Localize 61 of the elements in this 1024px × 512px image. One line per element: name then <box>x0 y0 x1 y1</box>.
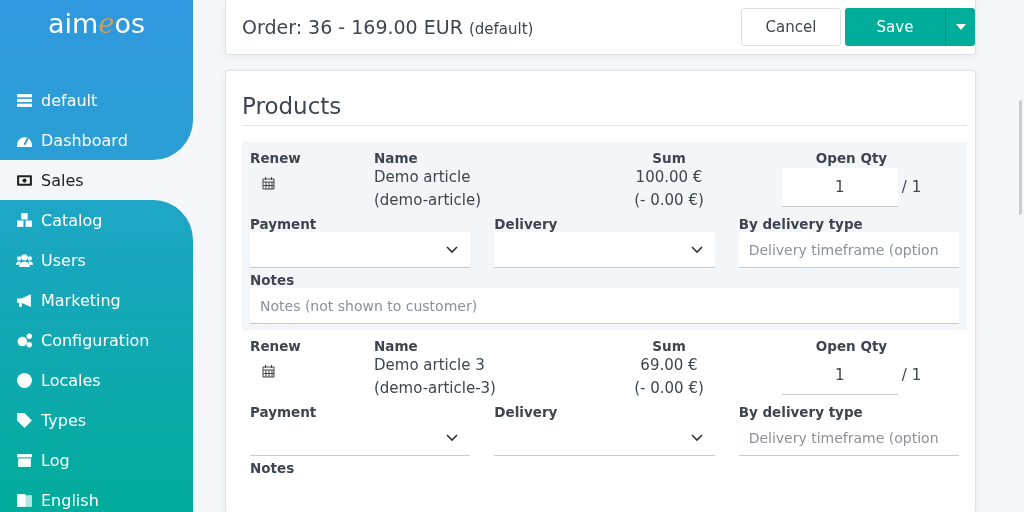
column-label: Open Qty <box>814 338 889 354</box>
nav-item[interactable]: Locales <box>0 360 193 400</box>
calendar-icon[interactable] <box>262 364 275 378</box>
chevron-icon <box>446 245 459 254</box>
nav-item[interactable]: Users <box>0 240 193 280</box>
bullhorn-icon <box>16 291 33 309</box>
nav-item[interactable]: default <box>0 80 193 120</box>
save-options-button[interactable] <box>945 8 975 46</box>
chevron-icon <box>446 433 459 442</box>
product-name: Demo article <box>374 167 472 188</box>
cubes-icon <box>16 211 33 229</box>
field-label: Payment <box>250 404 318 420</box>
column-label: Sum <box>651 338 687 354</box>
field-label: Delivery <box>494 404 559 420</box>
column-label: Name <box>374 150 419 166</box>
timeframe-field[interactable]: Delivery timeframe (option <box>738 232 959 268</box>
archive-icon <box>16 451 33 469</box>
product-price: 100.00 € <box>634 167 704 188</box>
nav-item[interactable]: English <box>0 480 193 512</box>
field-label: Delivery <box>494 216 559 232</box>
order-title: Order: 36 - 169.00 EUR (default) <box>242 16 535 38</box>
field-label: Notes <box>250 460 296 476</box>
product-price: 69.00 € <box>639 355 699 376</box>
column-label: Renew <box>250 150 302 166</box>
nav-item[interactable]: Log <box>0 440 193 480</box>
section-title: Products <box>242 93 967 126</box>
calendar-icon[interactable] <box>262 176 275 190</box>
product-code: (demo-article) <box>374 190 482 211</box>
column-label: Open Qty <box>814 150 889 166</box>
nav-item[interactable]: Types <box>0 400 193 440</box>
payment-select[interactable] <box>250 232 471 268</box>
nav-item[interactable]: Catalog <box>0 200 193 240</box>
product-name: Demo article 3 <box>374 355 486 376</box>
notes-field[interactable]: Notes (not shown to customer) <box>250 288 959 324</box>
users-icon <box>16 251 33 269</box>
field-label: Notes <box>250 272 296 288</box>
field-label: Payment <box>250 216 318 232</box>
chevron-icon <box>690 245 703 254</box>
server-icon <box>16 91 33 109</box>
field-label: By delivery type <box>738 216 864 232</box>
caret-icon <box>955 24 966 30</box>
tag-icon <box>16 411 33 429</box>
column-label: Sum <box>651 150 687 166</box>
column-label: Renew <box>250 338 302 354</box>
column-label: Name <box>374 338 419 354</box>
nav-item[interactable]: Marketing <box>0 280 193 320</box>
quantity-total: / 1 <box>901 177 922 198</box>
quantity-total: / 1 <box>901 365 922 386</box>
chevron-icon <box>690 433 703 442</box>
field-label: By delivery type <box>738 404 864 420</box>
scrollbar[interactable] <box>1019 100 1022 215</box>
delivery-select[interactable] <box>494 232 715 268</box>
product-code: (demo-article-3) <box>374 378 497 399</box>
product-rebate: (- 0.00 €) <box>633 190 705 211</box>
aimeos-logo: aimeos <box>47 7 146 41</box>
product-rebate: (- 0.00 €) <box>633 378 705 399</box>
quantity-field[interactable]: 1 <box>781 168 898 207</box>
nav-item[interactable]: Configuration <box>0 320 193 360</box>
save-button[interactable]: Save <box>845 8 945 46</box>
nav-item[interactable]: Dashboard <box>0 120 193 160</box>
cancel-button[interactable]: Cancel <box>741 8 841 46</box>
